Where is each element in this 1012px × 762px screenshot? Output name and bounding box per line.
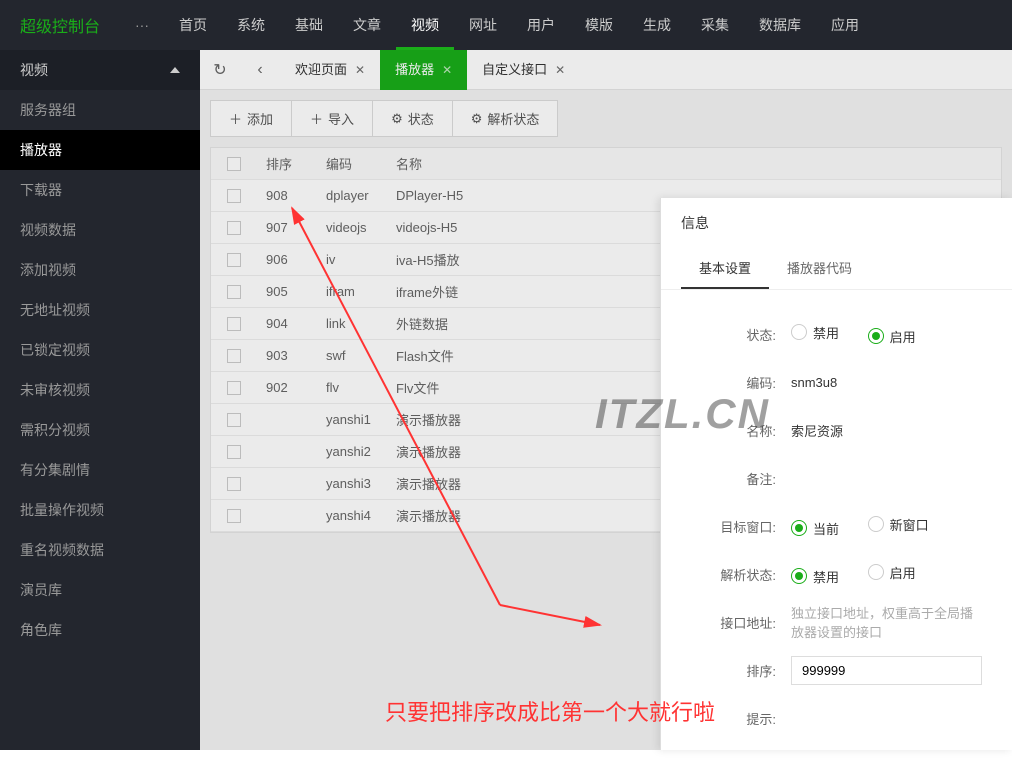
sidebar-item[interactable]: 服务器组 — [0, 90, 200, 130]
chevron-up-icon — [170, 67, 180, 73]
sidebar-item[interactable]: 视频数据 — [0, 210, 200, 250]
api-placeholder[interactable]: 独立接口地址，权重高于全局播放器设置的接口 — [791, 603, 982, 641]
sidebar-item[interactable]: 需积分视频 — [0, 410, 200, 450]
sidebar-item[interactable]: 批量操作视频 — [0, 490, 200, 530]
name-value: 索尼资源 — [791, 421, 982, 440]
sidebar-item[interactable]: 播放器 — [0, 130, 200, 170]
parse-label: 解析状态: — [691, 565, 791, 584]
nav-item[interactable]: 用户 — [512, 0, 570, 50]
sidebar: 视频 服务器组播放器下载器视频数据添加视频无地址视频已锁定视频未审核视频需积分视… — [0, 50, 200, 750]
sidebar-header[interactable]: 视频 — [0, 50, 200, 90]
nav-item[interactable]: 数据库 — [744, 0, 816, 50]
modal-tabs: 基本设置播放器代码 — [661, 248, 1012, 290]
more-icon[interactable]: ··· — [120, 17, 164, 33]
sidebar-item[interactable]: 无地址视频 — [0, 290, 200, 330]
sort-input[interactable] — [791, 656, 982, 685]
target-label: 目标窗口: — [691, 517, 791, 536]
nav-item[interactable]: 生成 — [628, 0, 686, 50]
sidebar-title: 视频 — [20, 50, 48, 90]
modal-title: 信息 — [661, 198, 1012, 248]
nav-item[interactable]: 采集 — [686, 0, 744, 50]
api-label: 接口地址: — [691, 613, 791, 632]
top-bar: 超级控制台 ··· 首页系统基础文章视频网址用户模版生成采集数据库应用 — [0, 0, 1012, 50]
form: 状态: 禁用 启用 编码: snm3u8 名称: 索尼资源 备注: — [661, 290, 1012, 762]
radio-current[interactable]: 当前 — [791, 519, 839, 538]
code-label: 编码: — [691, 373, 791, 392]
nav-item[interactable]: 应用 — [816, 0, 874, 50]
sidebar-item[interactable]: 添加视频 — [0, 250, 200, 290]
logo[interactable]: 超级控制台 — [0, 13, 120, 37]
sidebar-item[interactable]: 重名视频数据 — [0, 530, 200, 570]
radio-parse-disable[interactable]: 禁用 — [791, 567, 839, 586]
radio-new[interactable]: 新窗口 — [868, 515, 929, 534]
sidebar-item[interactable]: 未审核视频 — [0, 370, 200, 410]
nav-item[interactable]: 网址 — [454, 0, 512, 50]
nav-item[interactable]: 系统 — [222, 0, 280, 50]
sidebar-item[interactable]: 有分集剧情 — [0, 450, 200, 490]
content-area: ↻ ‹ 欢迎页面✕播放器✕自定义接口✕ ＋添加 ＋导入 ⚙状态 ⚙解析状态 排序… — [200, 50, 1012, 750]
nav-item[interactable]: 首页 — [164, 0, 222, 50]
sidebar-item[interactable]: 角色库 — [0, 610, 200, 650]
sidebar-item[interactable]: 已锁定视频 — [0, 330, 200, 370]
top-nav: 首页系统基础文章视频网址用户模版生成采集数据库应用 — [164, 0, 874, 50]
sidebar-item[interactable]: 演员库 — [0, 570, 200, 610]
modal-tab[interactable]: 基本设置 — [681, 248, 769, 289]
code-value: snm3u8 — [791, 375, 982, 390]
annotation-text: 只要把排序改成比第一个大就行啦 — [385, 695, 715, 727]
remark-label: 备注: — [691, 469, 791, 488]
nav-item[interactable]: 模版 — [570, 0, 628, 50]
nav-item[interactable]: 视频 — [396, 0, 454, 50]
name-label: 名称: — [691, 421, 791, 440]
radio-disable[interactable]: 禁用 — [791, 323, 839, 342]
modal-tab[interactable]: 播放器代码 — [769, 248, 870, 289]
radio-enable[interactable]: 启用 — [868, 327, 916, 346]
modal: 信息 基本设置播放器代码 状态: 禁用 启用 编码: snm3u8 名称: 索尼… — [660, 198, 1012, 750]
sidebar-item[interactable]: 下载器 — [0, 170, 200, 210]
radio-parse-enable[interactable]: 启用 — [868, 563, 916, 582]
sort-label: 排序: — [691, 661, 791, 680]
nav-item[interactable]: 基础 — [280, 0, 338, 50]
status-label: 状态: — [691, 325, 791, 344]
nav-item[interactable]: 文章 — [338, 0, 396, 50]
